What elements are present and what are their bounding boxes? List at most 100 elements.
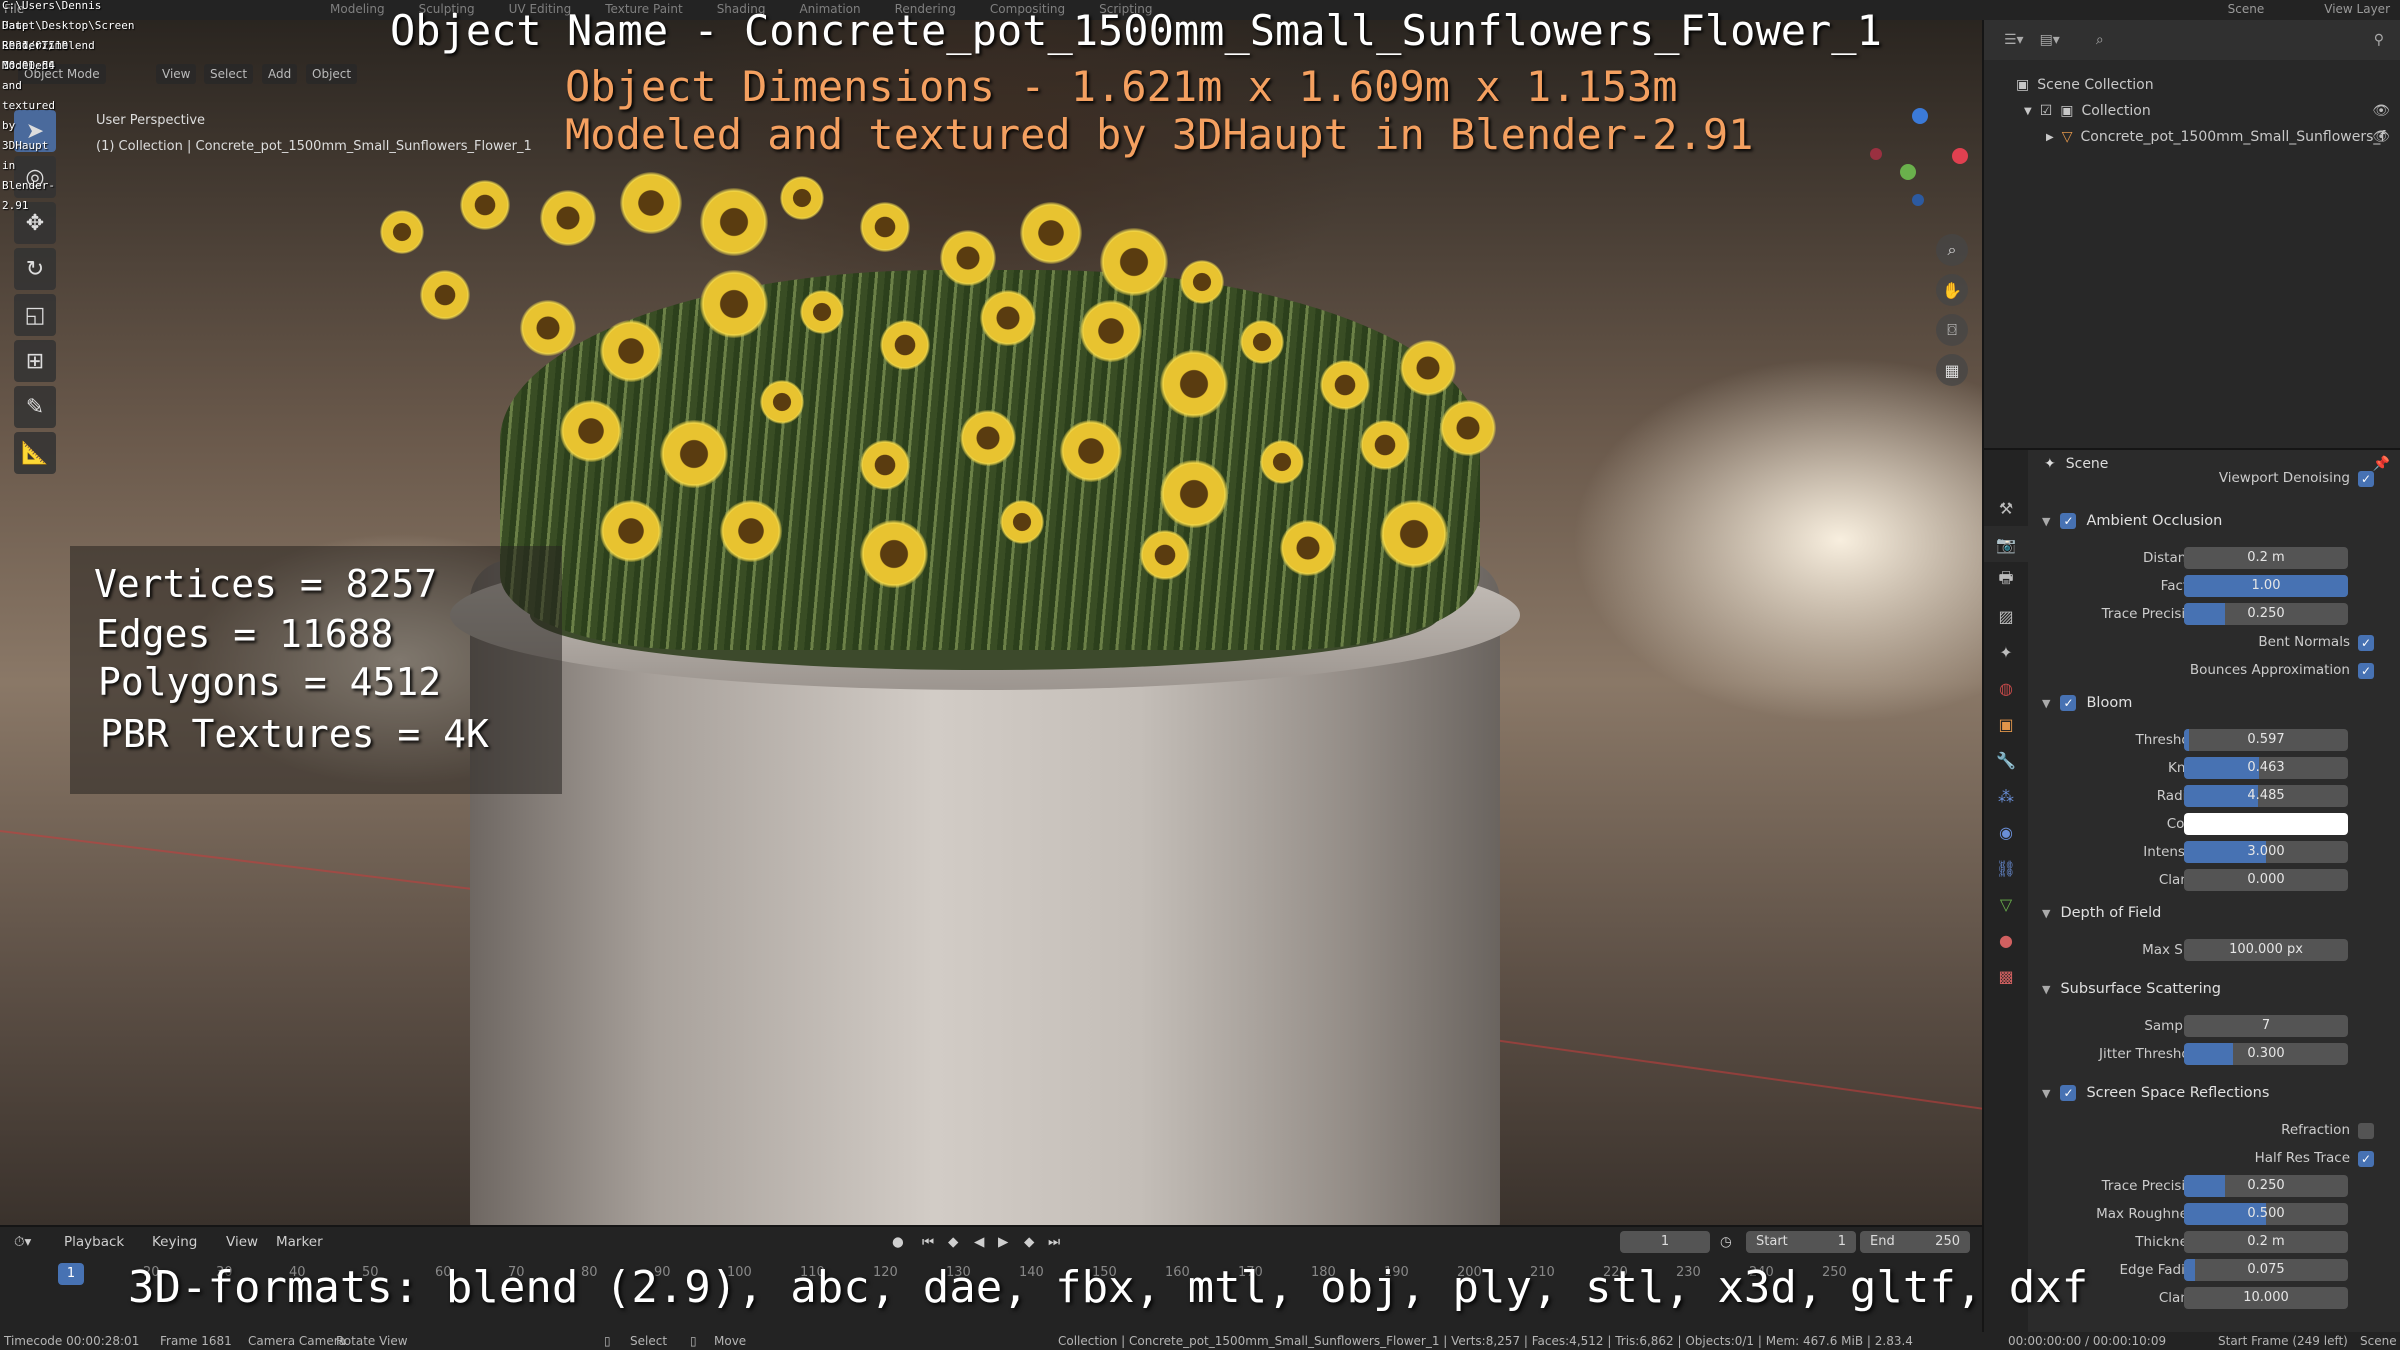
collapse-icon[interactable]: ▼ (2042, 697, 2050, 710)
jump-start-icon[interactable]: ⏮ (922, 1234, 934, 1250)
x-axis-icon[interactable] (1952, 148, 1968, 164)
keying-menu[interactable]: Keying (152, 1234, 197, 1250)
ao-trace-slider[interactable]: 0.250 (2184, 603, 2348, 625)
select-menu[interactable]: Select (204, 64, 254, 84)
bloom-threshold-slider[interactable]: 0.597 (2184, 729, 2348, 751)
zoom-icon[interactable]: ⌕ (1936, 234, 1968, 266)
particles-tab-icon[interactable]: ⁂ (1984, 778, 2028, 814)
next-key-icon[interactable]: ◆ (1024, 1234, 1034, 1250)
playhead[interactable]: 1 (58, 1263, 84, 1285)
search-icon[interactable]: ⌕ (2096, 32, 2104, 48)
outliner-scene-collection[interactable]: ▣ Scene Collection (1984, 72, 2400, 98)
ssr-trace-slider[interactable]: 0.250 (2184, 1175, 2348, 1197)
view-layer-selector[interactable]: View Layer (2324, 2, 2390, 16)
sss-panel[interactable]: ▼ Subsurface Scattering (2028, 974, 2400, 1004)
outliner-object[interactable]: ▶ ▽ Concrete_pot_1500mm_Small_Sunflowers… (1984, 124, 2400, 150)
viewport-denoising-checkbox[interactable]: ✓ (2358, 471, 2374, 487)
data-tab-icon[interactable]: ▽ (1984, 886, 2028, 922)
collapse-icon[interactable]: ▼ (2042, 983, 2050, 996)
material-tab-icon[interactable]: ● (1984, 922, 2028, 958)
texture-tab-icon[interactable]: ▩ (1984, 958, 2028, 994)
view-menu[interactable]: View (226, 1234, 258, 1250)
bloom-panel[interactable]: ▼ ✓ Bloom (2028, 688, 2400, 718)
outliner-collection[interactable]: ▼ ☑ ▣ Collection 👁 (1984, 98, 2400, 124)
view-menu[interactable]: View (156, 64, 197, 84)
bloom-knee-slider[interactable]: 0.463 (2184, 757, 2348, 779)
timeline-editor-icon[interactable]: ⏱▾ (14, 1234, 31, 1250)
bloom-color-swatch[interactable] (2184, 813, 2348, 835)
scene-selector[interactable]: Scene (2228, 2, 2265, 16)
view-layer-tab-icon[interactable]: ▨ (1984, 598, 2028, 634)
physics-tab-icon[interactable]: ◉ (1984, 814, 2028, 850)
object-tab-icon[interactable]: ▣ (1984, 706, 2028, 742)
refraction-checkbox[interactable] (2358, 1123, 2374, 1139)
object-menu[interactable]: Object (306, 64, 358, 84)
pan-icon[interactable]: ✋ (1936, 274, 1968, 306)
ssr-enable-checkbox[interactable]: ✓ (2060, 1085, 2077, 1101)
editor-type-icon[interactable]: ☰▾ (2004, 32, 2024, 48)
constraints-tab-icon[interactable]: ⛓ (1984, 850, 2028, 886)
neg-x-axis-icon[interactable] (1870, 148, 1882, 160)
checkbox-icon[interactable]: ☑ (2040, 103, 2053, 119)
annotate-icon[interactable]: ✎ (14, 386, 56, 428)
transform-icon[interactable]: ⊞ (14, 340, 56, 382)
world-tab-icon[interactable]: ◍ (1984, 670, 2028, 706)
collapse-icon[interactable]: ▼ (2042, 1087, 2050, 1100)
add-menu[interactable]: Add (262, 64, 298, 84)
bloom-radius-slider[interactable]: 4.485 (2184, 785, 2348, 807)
ssr-panel[interactable]: ▼ ✓ Screen Space Reflections (2028, 1078, 2400, 1108)
ao-distance-field[interactable]: 0.2 m (2184, 547, 2348, 569)
collapse-icon[interactable]: ▼ (2042, 515, 2050, 528)
z-axis-icon[interactable] (1912, 108, 1928, 124)
sss-jitter-slider[interactable]: 0.300 (2184, 1043, 2348, 1065)
ssr-clamp-field[interactable]: 10.000 (2184, 1287, 2348, 1309)
navigation-gizmo[interactable] (1870, 108, 1970, 218)
render-tab-icon[interactable]: 📷 (1984, 526, 2028, 562)
output-tab-icon[interactable]: 🖶 (1984, 562, 2028, 598)
ssr-edge-slider[interactable]: 0.075 (2184, 1259, 2348, 1281)
sss-samples-field[interactable]: 7 (2184, 1015, 2348, 1037)
jump-end-icon[interactable]: ⏭ (1048, 1234, 1060, 1250)
expand-icon[interactable]: ▼ (2024, 106, 2032, 117)
filter-icon[interactable]: ⚲ (2374, 32, 2384, 48)
dof-panel[interactable]: ▼ Depth of Field (2028, 898, 2400, 928)
collapse-icon[interactable]: ▼ (2042, 907, 2050, 920)
tool-tab-icon[interactable]: ⚒ (1984, 490, 2028, 526)
grid-icon[interactable]: ▦ (1936, 354, 1968, 386)
display-mode-icon[interactable]: ▤▾ (2040, 32, 2060, 48)
dof-max-field[interactable]: 100.000 px (2184, 939, 2348, 961)
visibility-icon[interactable]: 👁 (2372, 129, 2390, 145)
modifier-tab-icon[interactable]: 🔧 (1984, 742, 2028, 778)
end-frame-field[interactable]: End 250 (1860, 1231, 1970, 1253)
record-icon[interactable]: ● (892, 1234, 904, 1250)
visibility-icon[interactable]: 👁 (2372, 103, 2390, 119)
measure-icon[interactable]: 📐 (14, 432, 56, 474)
bloom-intensity-slider[interactable]: 3.000 (2184, 841, 2348, 863)
ssr-rough-slider[interactable]: 0.500 (2184, 1203, 2348, 1225)
camera-icon[interactable]: ⌼ (1936, 314, 1968, 346)
scale-icon[interactable]: ◱ (14, 294, 56, 336)
clock-icon[interactable]: ◷ (1720, 1234, 1732, 1250)
ao-factor-slider[interactable]: 1.00 (2184, 575, 2348, 597)
ao-enable-checkbox[interactable]: ✓ (2060, 513, 2077, 529)
y-axis-icon[interactable] (1900, 164, 1916, 180)
playback-menu[interactable]: Playback (64, 1234, 124, 1250)
current-frame-field[interactable]: 1 (1620, 1231, 1710, 1253)
marker-menu[interactable]: Marker (276, 1234, 323, 1250)
prev-key-icon[interactable]: ◆ (948, 1234, 958, 1250)
bloom-clamp-field[interactable]: 0.000 (2184, 869, 2348, 891)
bloom-enable-checkbox[interactable]: ✓ (2060, 695, 2077, 711)
play-icon[interactable]: ▶ (998, 1234, 1008, 1250)
start-frame-field[interactable]: Start 1 (1746, 1231, 1856, 1253)
tab-modeling[interactable]: Modeling (330, 2, 385, 16)
ssr-thick-field[interactable]: 0.2 m (2184, 1231, 2348, 1253)
bounces-checkbox[interactable]: ✓ (2358, 663, 2374, 679)
neg-z-axis-icon[interactable] (1912, 194, 1924, 206)
scene-tab-icon[interactable]: ✦ (1984, 634, 2028, 670)
bent-normals-checkbox[interactable]: ✓ (2358, 635, 2374, 651)
rotate-icon[interactable]: ↻ (14, 248, 56, 290)
expand-icon[interactable]: ▶ (2046, 132, 2054, 143)
halfres-checkbox[interactable]: ✓ (2358, 1151, 2374, 1167)
play-reverse-icon[interactable]: ◀ (974, 1234, 984, 1250)
ambient-occlusion-panel[interactable]: ▼ ✓ Ambient Occlusion (2028, 506, 2400, 536)
